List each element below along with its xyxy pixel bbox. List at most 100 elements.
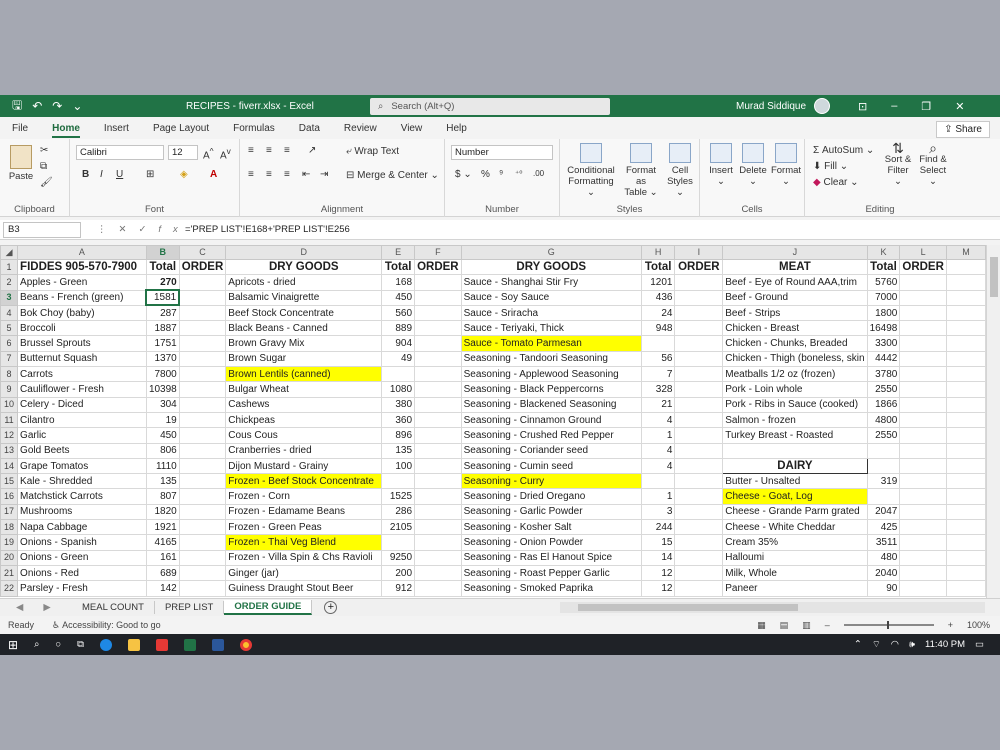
column-header-b[interactable]: B — [145, 245, 180, 260]
cell-h1[interactable]: Total — [640, 258, 676, 276]
cell-d6[interactable]: Brown Gravy Mix — [225, 335, 383, 352]
cell-i7[interactable] — [674, 350, 724, 368]
cell-b9[interactable]: 10398 — [145, 381, 180, 398]
cell-c6[interactable] — [178, 335, 227, 352]
cell-g3[interactable]: Sauce - Soy Sauce — [460, 289, 642, 306]
decrease-indent-icon[interactable]: ⇤ — [302, 169, 310, 180]
cell-f4[interactable] — [414, 304, 462, 322]
zoom-level[interactable]: 100% — [967, 620, 990, 630]
cell-m13[interactable] — [945, 442, 986, 459]
cell-a7[interactable]: Butternut Squash — [17, 350, 147, 368]
cell-b7[interactable]: 1370 — [145, 350, 180, 368]
cell-e9[interactable]: 1080 — [381, 381, 416, 398]
cell-h14[interactable]: 4 — [640, 457, 676, 475]
underline-icon[interactable]: U — [116, 169, 123, 180]
cell-i19[interactable] — [674, 534, 724, 551]
cell-a22[interactable]: Parsley - Fresh — [17, 580, 147, 597]
cell-j11[interactable]: Salmon - frozen — [722, 411, 868, 429]
cell-h20[interactable]: 14 — [640, 549, 676, 566]
cell-m6[interactable] — [945, 335, 986, 352]
cell-e12[interactable]: 896 — [381, 427, 416, 444]
cell-g21[interactable]: Seasoning - Roast Pepper Garlic — [460, 564, 642, 582]
cell-f10[interactable] — [414, 396, 462, 413]
align-bottom-icon[interactable]: ≡ — [284, 145, 290, 156]
wrap-text-button[interactable]: ⤶ Wrap Text — [346, 146, 399, 157]
taskbar-search-icon[interactable]: ⌕ — [34, 639, 39, 650]
row-header[interactable]: 11 — [0, 411, 19, 429]
cell-b3[interactable]: 1581 — [145, 289, 181, 307]
cell-h15[interactable] — [640, 473, 676, 490]
cell-a21[interactable]: Onions - Red — [17, 564, 147, 582]
clear-button[interactable]: ◆ Clear ⌄ — [813, 177, 859, 188]
chrome-icon[interactable] — [239, 638, 252, 651]
cell-k7[interactable]: 4442 — [866, 350, 901, 368]
cell-e1[interactable]: Total — [381, 258, 416, 276]
cell-a17[interactable]: Mushrooms — [17, 503, 147, 521]
restore-icon[interactable]: ❐ — [921, 100, 931, 113]
cell-a9[interactable]: Cauliflower - Fresh — [17, 381, 147, 398]
cell-k2[interactable]: 5760 — [866, 274, 901, 291]
percent-icon[interactable]: % — [481, 169, 490, 180]
cell-l22[interactable] — [899, 580, 947, 597]
cell-g11[interactable]: Seasoning - Cinnamon Ground — [460, 411, 642, 429]
row-header[interactable]: 14 — [0, 457, 19, 475]
cell-i4[interactable] — [674, 304, 724, 322]
file-explorer-icon[interactable] — [127, 638, 140, 651]
row-header[interactable]: 5 — [0, 320, 19, 337]
row-header[interactable]: 10 — [0, 396, 19, 413]
cell-e14[interactable]: 100 — [381, 457, 416, 475]
cell-g1[interactable]: DRY GOODS — [460, 258, 642, 276]
merge-center-button[interactable]: ⊟ Merge & Center ⌄ — [346, 170, 439, 181]
cell-b6[interactable]: 1751 — [145, 335, 180, 352]
add-sheet-icon[interactable]: + — [324, 601, 338, 614]
align-top-icon[interactable]: ≡ — [248, 145, 254, 156]
cell-d9[interactable]: Bulgar Wheat — [225, 381, 383, 398]
cell-k3[interactable]: 7000 — [866, 289, 901, 306]
cell-l2[interactable] — [899, 274, 947, 291]
cell-h4[interactable]: 24 — [640, 304, 676, 322]
cell-f9[interactable] — [414, 381, 462, 398]
cell-g13[interactable]: Seasoning - Coriander seed — [460, 442, 642, 459]
cell-f8[interactable] — [414, 366, 462, 383]
column-header-a[interactable]: A — [17, 245, 147, 260]
cell-e20[interactable]: 9250 — [381, 549, 416, 566]
cell-m3[interactable] — [945, 289, 986, 306]
zoom-slider[interactable] — [843, 621, 934, 629]
cell-b2[interactable]: 270 — [145, 274, 180, 291]
cell-c11[interactable] — [178, 411, 227, 429]
autosum-button[interactable]: Σ AutoSum ⌄ — [813, 145, 874, 156]
increase-indent-icon[interactable]: ⇥ — [320, 169, 328, 180]
cell-g6[interactable]: Sauce - Tomato Parmesan — [460, 335, 642, 352]
zoom-out-icon[interactable]: – — [825, 620, 830, 630]
cell-d21[interactable]: Ginger (jar) — [225, 564, 383, 582]
column-header-c[interactable]: C — [178, 245, 227, 260]
row-header[interactable]: 4 — [0, 304, 19, 322]
cell-a15[interactable]: Kale - Shredded — [17, 473, 147, 490]
cell-a20[interactable]: Onions - Green — [17, 549, 147, 566]
row-header[interactable]: 19 — [0, 534, 19, 551]
cell-g5[interactable]: Sauce - Teriyaki, Thick — [460, 320, 642, 337]
ribbon-display-icon[interactable]: ⊡ — [858, 100, 867, 113]
cell-i16[interactable] — [674, 488, 724, 505]
cell-d18[interactable]: Frozen - Green Peas — [225, 519, 383, 536]
cell-f20[interactable] — [414, 549, 462, 566]
increase-decimal-icon[interactable]: ⁺⁰ — [515, 169, 522, 178]
sheet-tab-prep-list[interactable]: PREP LIST — [155, 601, 225, 614]
tab-review[interactable]: Review — [332, 123, 389, 139]
row-header[interactable]: 7 — [0, 350, 19, 368]
cell-a19[interactable]: Onions - Spanish — [17, 534, 147, 551]
cell-d19[interactable]: Frozen - Thai Veg Blend — [225, 534, 383, 551]
cell-m22[interactable] — [945, 580, 986, 597]
cell-i3[interactable] — [674, 289, 724, 306]
cell-f18[interactable] — [414, 519, 462, 536]
vertical-scrollbar[interactable] — [986, 245, 1000, 598]
cell-e18[interactable]: 2105 — [381, 519, 416, 536]
column-header-f[interactable]: F — [414, 245, 462, 260]
cell-d7[interactable]: Brown Sugar — [225, 350, 383, 368]
cell-l14[interactable] — [899, 457, 947, 475]
cell-m18[interactable] — [945, 519, 986, 536]
cell-c2[interactable] — [178, 274, 227, 291]
cell-g14[interactable]: Seasoning - Cumin seed — [460, 457, 642, 475]
cell-c8[interactable] — [178, 366, 227, 383]
paste-button[interactable]: Paste — [6, 145, 36, 182]
